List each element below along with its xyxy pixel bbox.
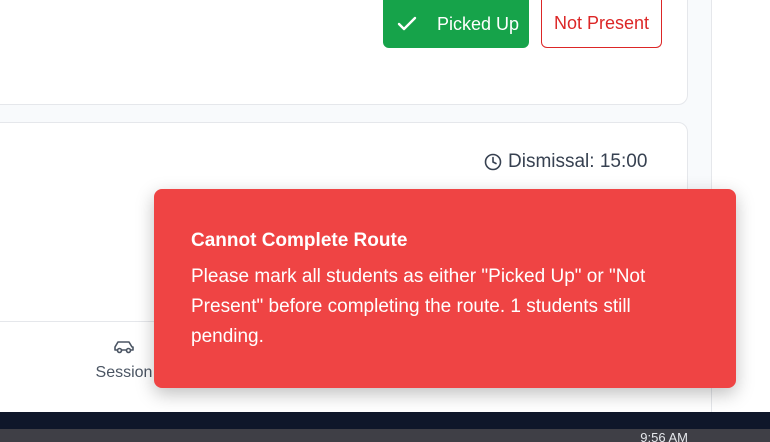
checkmark-icon [397, 16, 417, 31]
toast-title: Cannot Complete Route [191, 230, 408, 251]
os-taskbar: 9:56 AM [0, 412, 770, 442]
not-present-label: Not Present [553, 13, 650, 33]
taskbar-clock: 9:56 AM [640, 431, 688, 442]
picked-up-label: Picked Up [437, 13, 520, 34]
picked-up-button[interactable]: Picked Up [383, 0, 529, 48]
nav-item-label: Session [95, 364, 153, 381]
car-icon [114, 341, 134, 354]
window-bottom-edge [0, 412, 770, 429]
dismissal-label: Dismissal: 15:00 [508, 151, 648, 172]
clock-icon [484, 153, 502, 171]
toast-message: Please mark all students as either "Pick… [191, 266, 646, 347]
error-toast[interactable]: Cannot Complete Route Please mark all st… [154, 189, 736, 388]
not-present-button[interactable]: Not Present [541, 0, 662, 48]
dismissal-time: Dismissal: 15:00 [484, 150, 647, 174]
